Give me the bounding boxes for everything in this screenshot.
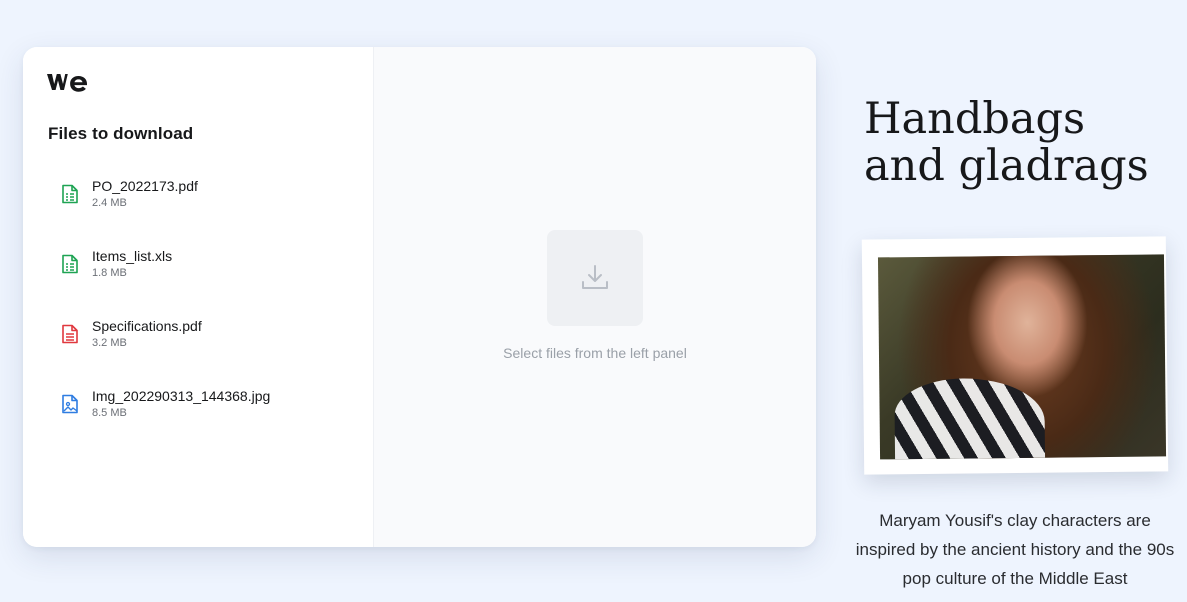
promo-photo [877,254,1167,460]
promo-caption: Maryam Yousif's clay characters are insp… [855,511,1175,588]
headline-line-2: and gladrags [864,141,1149,191]
document-icon [62,324,78,344]
transfer-card: Files to download PO_2022173.pdf 2.4 MB … [23,47,816,547]
file-size: 1.8 MB [92,267,127,279]
file-list-panel: Files to download PO_2022173.pdf 2.4 MB … [23,47,374,547]
spreadsheet-icon [62,184,78,204]
empty-state-text: Select files from the left panel [503,345,687,361]
empty-state-box [547,230,643,326]
file-name: PO_2022173.pdf [92,178,198,194]
file-item-image[interactable]: Img_202290313_144368.jpg 8.5 MB [47,379,347,429]
file-item-items-list[interactable]: Items_list.xls 1.8 MB [47,239,347,289]
file-name: Items_list.xls [92,248,173,264]
file-name: Img_202290313_144368.jpg [92,388,271,404]
file-item-po[interactable]: PO_2022173.pdf 2.4 MB [47,169,347,219]
headline-line-1: Handbags [864,94,1086,144]
file-item-specifications[interactable]: Specifications.pdf 3.2 MB [47,309,347,359]
striped-shirt [894,377,1046,460]
file-name: Specifications.pdf [92,318,202,334]
spreadsheet-icon [62,254,78,274]
promo-photo-frame [861,236,1169,475]
file-size: 2.4 MB [92,197,127,209]
we-logo-icon[interactable] [47,71,89,93]
file-size: 8.5 MB [92,407,127,419]
panel-title: Files to download [48,124,194,143]
image-icon [62,394,78,414]
file-size: 3.2 MB [92,337,127,349]
promo-headline: Handbags and gladrags [864,96,1149,190]
preview-panel: Select files from the left panel [374,47,816,547]
download-icon [582,265,608,289]
